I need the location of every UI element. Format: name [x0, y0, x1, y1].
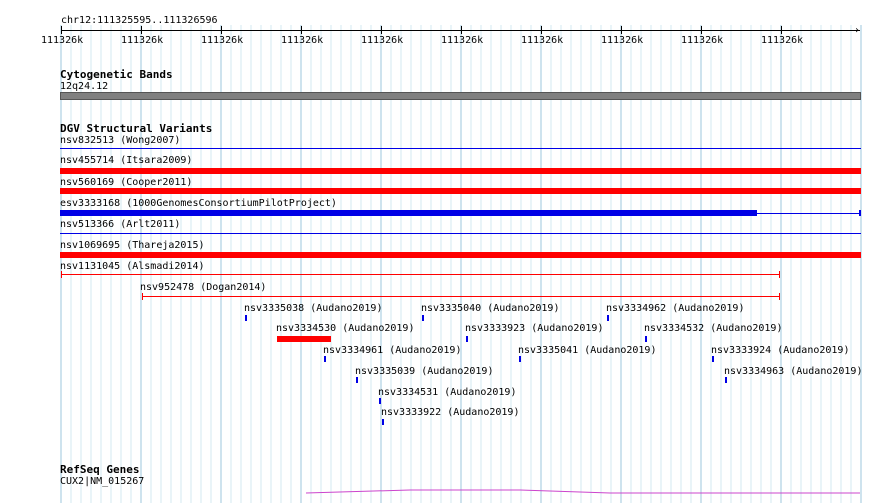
- feature-bar-nsv3334530[interactable]: [277, 336, 331, 342]
- track-title-cytoband: Cytogenetic Bands: [60, 68, 173, 81]
- feature-bar-nsv3333923[interactable]: [466, 336, 468, 342]
- feature-bar-nsv3333924[interactable]: [712, 356, 714, 362]
- ruler-tick-label: 111326k: [601, 35, 644, 46]
- feature-bar-nsv3333922[interactable]: [382, 419, 384, 425]
- ruler-tick: [621, 26, 622, 34]
- feature-label: nsv560169 (Cooper2011): [60, 177, 193, 188]
- feature-label: nsv3333922 (Audano2019): [381, 407, 520, 418]
- feature-label: nsv3335040 (Audano2019): [421, 303, 560, 314]
- ruler-tick-label: 111326k: [121, 35, 164, 46]
- feature-label: nsv1069695 (Thareja2015): [60, 240, 205, 251]
- feature-bar-nsv3335039[interactable]: [356, 377, 358, 383]
- feature-label: nsv3334961 (Audano2019): [323, 345, 462, 356]
- feature-bar-nsv3335038[interactable]: [245, 315, 247, 321]
- ruler-tick: [301, 26, 302, 34]
- feature-label: nsv952478 (Dogan2014): [140, 282, 267, 293]
- feature-bar-nsv952478[interactable]: [142, 296, 780, 297]
- feature-bar-esv3333168[interactable]: [60, 210, 757, 216]
- feature-label: nsv3335041 (Audano2019): [518, 345, 657, 356]
- ruler-arrow-icon: ›: [854, 25, 861, 36]
- feature-bar-nsv1131045[interactable]: [61, 274, 780, 275]
- feature-bar-nsv513366[interactable]: [60, 233, 861, 234]
- feature-bar-nsv560169[interactable]: [60, 188, 861, 194]
- ruler-tick-label: 111326k: [361, 35, 404, 46]
- cytoband-bar[interactable]: [60, 92, 861, 100]
- feature-bar-nsv3334531[interactable]: [379, 398, 381, 404]
- feature-end-esv3333168: [859, 210, 861, 216]
- ruler-tick-label: 111326k: [201, 35, 244, 46]
- ruler-tick-label: 111326k: [441, 35, 484, 46]
- ruler-tick: [781, 26, 782, 34]
- feature-label: nsv3334532 (Audano2019): [644, 323, 783, 334]
- feature-label: nsv455714 (Itsara2009): [60, 155, 193, 166]
- cytoband-label: 12q24.12: [60, 81, 109, 92]
- feature-bar-nsv1069695[interactable]: [60, 252, 861, 258]
- feature-end-nsv952478: [779, 293, 780, 300]
- feature-label: nsv3334530 (Audano2019): [276, 323, 415, 334]
- ruler-tick-label: 111326k: [681, 35, 724, 46]
- ruler-tick: [61, 26, 62, 34]
- feature-label: nsv832513 (Wong2007): [60, 135, 181, 146]
- feature-bar-nsv3334532[interactable]: [645, 336, 647, 342]
- feature-bar-nsv455714[interactable]: [60, 168, 861, 174]
- feature-label: nsv3333924 (Audano2019): [711, 345, 850, 356]
- ruler-tick: [141, 26, 142, 34]
- ruler-tick-label: 111326k: [761, 35, 804, 46]
- feature-bar-nsv3334963[interactable]: [725, 377, 727, 383]
- feature-bar-nsv3335040[interactable]: [422, 315, 424, 321]
- gene-model-cux2[interactable]: [0, 484, 890, 503]
- feature-label: nsv3333923 (Audano2019): [465, 323, 604, 334]
- ruler-position: chr12:111325595..111326596: [61, 15, 218, 26]
- ruler-tick: [701, 26, 702, 34]
- feature-label: nsv3335038 (Audano2019): [244, 303, 383, 314]
- feature-bar-nsv3335041[interactable]: [519, 356, 521, 362]
- track-title-refseq: RefSeq Genes: [60, 463, 140, 476]
- feature-label: nsv513366 (Arlt2011): [60, 219, 181, 230]
- feature-label: nsv3334531 (Audano2019): [378, 387, 517, 398]
- ruler-tick: [541, 26, 542, 34]
- feature-start-nsv1131045: [61, 271, 62, 278]
- track-title-dgv: DGV Structural Variants: [60, 122, 213, 135]
- ruler-tick: [461, 26, 462, 34]
- feature-start-nsv952478: [142, 293, 143, 300]
- ruler-tick: [381, 26, 382, 34]
- feature-end-nsv1131045: [779, 271, 780, 278]
- feature-bar-nsv3334962[interactable]: [607, 315, 609, 321]
- feature-label: nsv1131045 (Alsmadi2014): [60, 261, 205, 272]
- feature-label: esv3333168 (1000GenomesConsortiumPilotPr…: [60, 198, 337, 209]
- feature-line-esv3333168: [757, 213, 859, 214]
- feature-bar-nsv3334961[interactable]: [324, 356, 326, 362]
- ruler-tick-label: 111326k: [521, 35, 564, 46]
- ruler-tick: [221, 26, 222, 34]
- feature-label: nsv3334962 (Audano2019): [606, 303, 745, 314]
- feature-bar-nsv832513[interactable]: [60, 148, 861, 149]
- ruler-tick-label: 111326k: [41, 35, 84, 46]
- feature-label: nsv3335039 (Audano2019): [355, 366, 494, 377]
- feature-label: nsv3334963 (Audano2019): [724, 366, 863, 377]
- gene-intron-line: [305, 489, 860, 494]
- ruler-tick-label: 111326k: [281, 35, 324, 46]
